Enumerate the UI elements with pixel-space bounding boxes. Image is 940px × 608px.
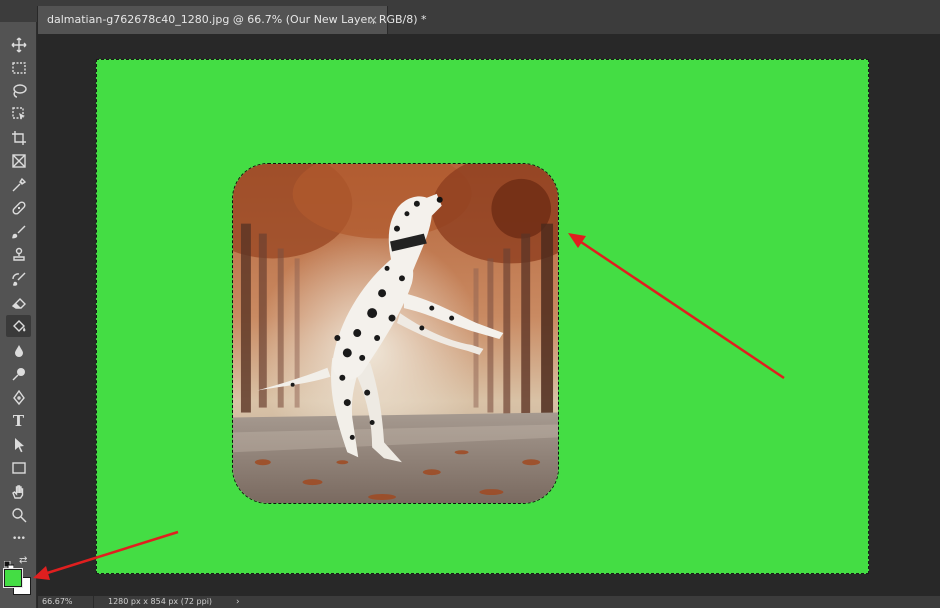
history-brush-tool-button[interactable]: [6, 268, 31, 290]
healing-brush-tool-button[interactable]: [6, 197, 31, 219]
lasso-tool-button[interactable]: [6, 80, 31, 102]
default-colors-icon[interactable]: [3, 556, 15, 572]
status-bar: 66.67% 1280 px x 854 px (72 ppi) ›: [38, 596, 940, 608]
rectangle-tool-button[interactable]: [6, 457, 31, 479]
hand-tool-button[interactable]: [6, 481, 31, 503]
document-tab[interactable]: dalmatian-g762678c40_1280.jpg @ 66.7% (O…: [38, 6, 427, 34]
clone-stamp-tool-button[interactable]: [6, 244, 31, 266]
paint-bucket-tool-button[interactable]: [6, 315, 31, 337]
move-icon: [11, 37, 26, 53]
status-menu-chevron-icon[interactable]: ›: [236, 596, 240, 608]
dodge-icon: [12, 368, 25, 381]
zoom-level-field[interactable]: 66.67%: [38, 596, 94, 608]
document-info: 1280 px x 854 px (72 ppi): [108, 597, 213, 606]
brush-tool-button[interactable]: [6, 221, 31, 243]
stamp-icon: [12, 247, 25, 261]
frame-icon: [11, 154, 26, 168]
tools-panel: T ••• ⇄: [0, 0, 37, 608]
edit-toolbar-button[interactable]: •••: [6, 528, 31, 550]
history-brush-icon: [11, 272, 25, 286]
path-selection-tool-button[interactable]: [6, 434, 31, 456]
rectangle-icon: [11, 462, 26, 474]
document-tab-bar: dalmatian-g762678c40_1280.jpg @ 66.7% (O…: [38, 6, 940, 34]
dalmatian-photo: [232, 163, 559, 504]
lasso-icon: [12, 84, 27, 98]
drop-icon: [14, 345, 23, 357]
zoom-tool-button[interactable]: [6, 504, 31, 526]
blur-tool-button[interactable]: [6, 340, 31, 362]
crop-icon: [11, 131, 26, 145]
marquee-icon: [11, 62, 26, 74]
swap-colors-icon[interactable]: ⇄: [19, 555, 31, 567]
arrow-pointer-icon: [14, 438, 24, 453]
frame-tool-button[interactable]: [6, 150, 31, 172]
hand-icon: [11, 485, 23, 499]
eraser-icon: [11, 298, 26, 309]
bandage-icon: [11, 201, 26, 215]
canvas-workspace: [38, 34, 940, 596]
document-canvas[interactable]: [96, 59, 869, 574]
dodge-tool-button[interactable]: [6, 363, 31, 385]
magnifier-icon: [11, 508, 26, 523]
pen-tool-button[interactable]: [6, 387, 31, 409]
paint-bucket-icon: [12, 320, 25, 332]
close-icon[interactable]: ×: [368, 6, 378, 34]
object-selection-tool-button[interactable]: [6, 103, 31, 125]
move-tool-button[interactable]: [6, 34, 31, 56]
type-icon: T: [12, 412, 25, 430]
rectangular-marquee-tool-button[interactable]: [6, 57, 31, 79]
crop-tool-button[interactable]: [6, 127, 31, 149]
toolbar-collapse-button[interactable]: [0, 0, 37, 22]
eraser-tool-button[interactable]: [6, 292, 31, 314]
eyedropper-tool-button[interactable]: [6, 174, 31, 196]
pen-icon: [12, 390, 25, 406]
object-selection-icon: [11, 107, 25, 120]
foreground-color-swatch[interactable]: [3, 568, 23, 588]
brush-icon: [11, 225, 25, 239]
type-tool-button[interactable]: T: [6, 410, 31, 432]
eyedropper-icon: [12, 177, 26, 192]
ellipsis-icon: •••: [12, 534, 26, 544]
